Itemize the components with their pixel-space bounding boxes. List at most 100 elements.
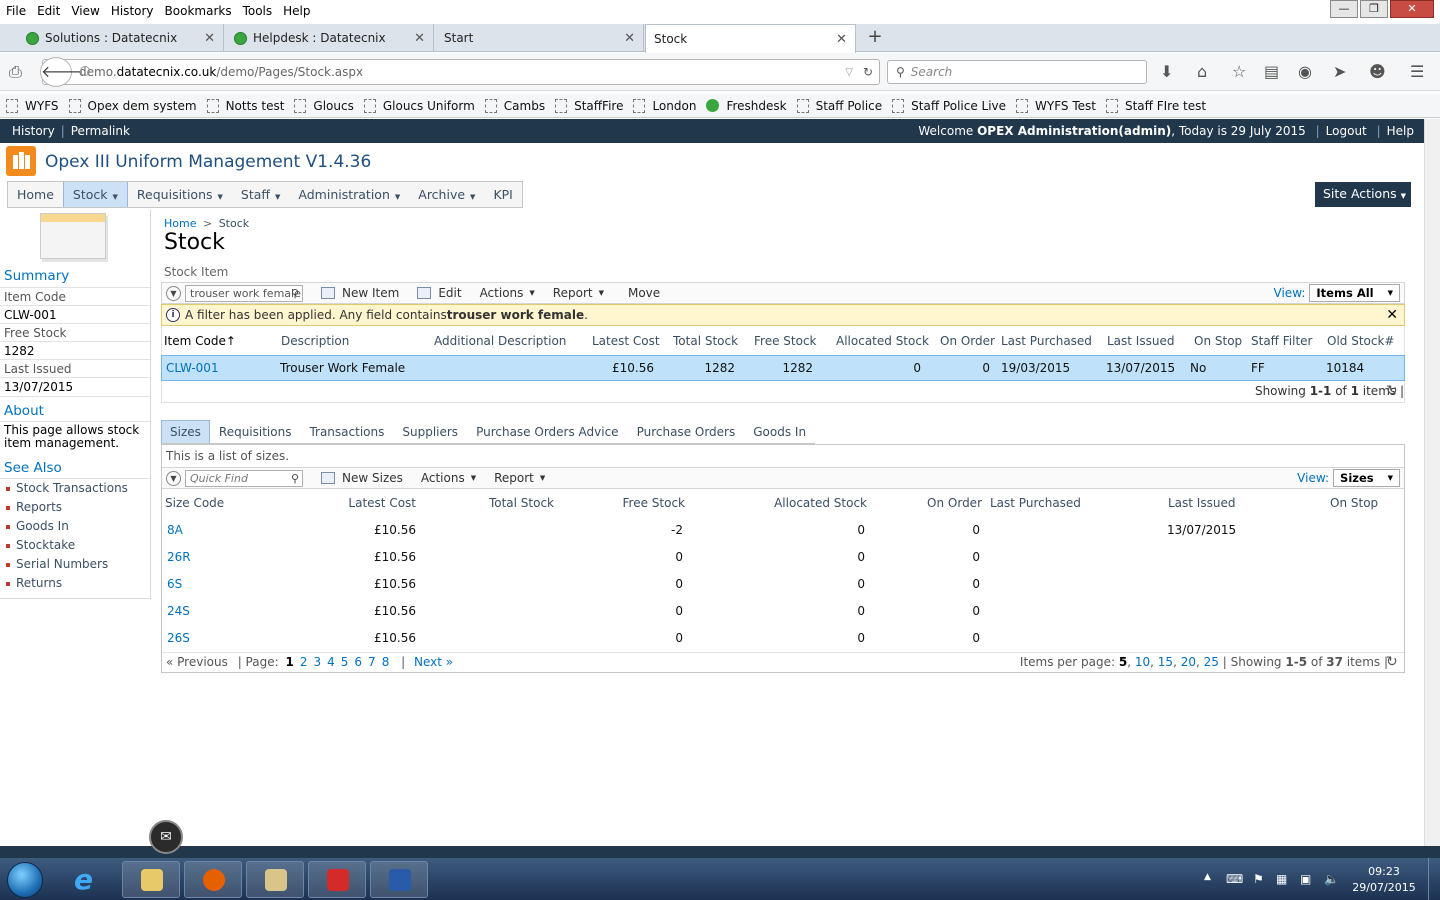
nav-archive[interactable]: Archive ▼ (409, 182, 484, 207)
view-dropdown[interactable]: Items All ▼ (1309, 284, 1400, 302)
send-icon[interactable]: ➤ (1333, 62, 1346, 81)
print-icon[interactable]: ⎙ (9, 62, 22, 82)
keyboard-icon[interactable]: ⌨ (1226, 872, 1243, 886)
nav-kpi[interactable]: KPI (484, 182, 521, 207)
network-icon[interactable]: ▣ (1300, 872, 1311, 886)
download-icon[interactable]: ⬇ (1160, 62, 1173, 81)
menu-file[interactable]: File (6, 4, 26, 18)
bookmark-item[interactable]: WYFS Test (1016, 98, 1096, 113)
taskbar-firefox[interactable] (184, 861, 242, 898)
nav-requisitions[interactable]: Requisitions ▼ (128, 182, 232, 207)
show-hidden-icons-icon[interactable]: ▲ (1204, 872, 1211, 882)
report-menu[interactable]: Report ▼ (553, 286, 604, 300)
column-header-latest-cost[interactable]: Latest Cost (348, 496, 416, 510)
column-header-on-order[interactable]: On Order (927, 496, 982, 510)
column-header-latest-cost[interactable]: Latest Cost (592, 334, 660, 348)
internet-explorer-icon[interactable]: e (74, 864, 106, 896)
site-identity-icon[interactable] (80, 66, 90, 76)
bookmark-item[interactable]: StaffFire (555, 98, 623, 113)
maximize-button[interactable]: ❐ (1360, 0, 1388, 18)
search-input[interactable]: trouser work female ⚲ (185, 284, 303, 302)
size-code-link[interactable]: 24S (167, 604, 190, 618)
close-window-button[interactable]: ✕ (1390, 0, 1434, 18)
view-dropdown[interactable]: Sizes ▼ (1333, 469, 1400, 487)
chevron-down-icon[interactable]: ▼ (166, 470, 181, 486)
logout-link[interactable]: Logout (1326, 124, 1367, 138)
column-header-size-code[interactable]: Size Code (165, 496, 224, 510)
size-code-link[interactable]: 8A (167, 523, 183, 537)
page-link-1[interactable]: 1 (285, 655, 293, 669)
page-link-4[interactable]: 4 (327, 655, 335, 669)
actions-menu[interactable]: Actions ▼ (480, 286, 535, 300)
page-link-7[interactable]: 7 (368, 655, 376, 669)
link-serial-numbers[interactable]: Serial Numbers (6, 557, 108, 571)
new-item-button[interactable]: New Item (321, 286, 399, 300)
link-returns[interactable]: Returns (6, 576, 62, 590)
column-header-free-stock[interactable]: Free Stock (623, 496, 686, 510)
pocket-icon[interactable]: ◉ (1298, 62, 1312, 81)
move-button[interactable]: Move (628, 286, 660, 300)
reading-list-icon[interactable]: ▤ (1264, 62, 1279, 81)
column-header-additional-description[interactable]: Additional Description (434, 334, 566, 348)
close-tab-icon[interactable]: ✕ (204, 31, 215, 46)
taskbar-window[interactable] (246, 861, 304, 898)
column-header-staff-filter[interactable]: Staff Filter (1251, 334, 1312, 348)
report-menu[interactable]: Report ▼ (494, 471, 545, 485)
permalink-link[interactable]: Permalink (71, 124, 130, 138)
column-header-last-purchased[interactable]: Last Purchased (990, 496, 1081, 510)
tab-purchase-orders-advice[interactable]: Purchase Orders Advice (467, 420, 628, 443)
bookmark-item[interactable]: Staff FIre test (1105, 98, 1206, 113)
refresh-icon[interactable]: ↻ (1386, 654, 1398, 670)
menu-view[interactable]: View (71, 4, 99, 18)
bookmark-item[interactable]: London (633, 98, 696, 113)
back-button[interactable]: 🡐 (40, 57, 84, 87)
action-center-flag-icon[interactable]: ⚑ (1253, 872, 1264, 886)
nav-home[interactable]: Home (8, 182, 63, 207)
bookmark-item[interactable]: Opex dem system (68, 98, 197, 113)
ipp-option-20[interactable]: 20 (1181, 655, 1196, 669)
column-header-allocated-stock[interactable]: Allocated Stock (836, 334, 929, 348)
size-code-link[interactable]: 26R (167, 550, 191, 564)
taskbar-word[interactable] (370, 861, 428, 898)
column-header-total-stock[interactable]: Total Stock (489, 496, 554, 510)
site-actions-button[interactable]: Site Actions ▼ (1315, 182, 1411, 207)
menu-history[interactable]: History (111, 4, 154, 18)
column-header-last-issued[interactable]: Last Issued (1107, 334, 1174, 348)
bookmark-item[interactable]: WYFS (6, 98, 59, 113)
volume-icon[interactable]: 🔈 (1324, 872, 1339, 886)
windows-start-button[interactable] (7, 862, 43, 898)
link-stocktake[interactable]: Stocktake (6, 538, 75, 552)
column-header-old-stock[interactable]: Old Stock# (1327, 334, 1394, 348)
column-header-on-order[interactable]: On Order (940, 334, 995, 348)
mail-icon[interactable]: ✉ (149, 820, 183, 854)
search-icon[interactable]: ⚲ (291, 286, 299, 301)
size-code-link[interactable]: 26S (167, 631, 190, 645)
previous-page-link[interactable]: « Previous (166, 655, 228, 669)
vertical-scrollbar[interactable] (1424, 119, 1440, 858)
chat-icon[interactable]: ☻ (1369, 62, 1386, 81)
ipp-option-15[interactable]: 15 (1158, 655, 1173, 669)
reload-icon[interactable]: ↻ (863, 65, 873, 79)
actions-menu[interactable]: Actions ▼ (421, 471, 476, 485)
bookmark-item[interactable]: Notts test (206, 98, 284, 113)
breadcrumb-current[interactable]: Stock (219, 217, 249, 230)
column-header-free-stock[interactable]: Free Stock (754, 334, 817, 348)
bookmark-item[interactable]: Gloucs (294, 98, 354, 113)
url-dropdown-icon[interactable]: ▽ (845, 67, 853, 78)
page-link-2[interactable]: 2 (300, 655, 308, 669)
url-bar[interactable]: demo. datatecnix.co.uk/demo/Pages/Stock.a… (42, 59, 880, 85)
column-header-on-stop[interactable]: On Stop (1194, 334, 1242, 348)
chevron-down-icon[interactable]: ▼ (166, 285, 181, 301)
windows-flag-icon[interactable]: ▦ (1276, 872, 1287, 886)
tab-requisitions[interactable]: Requisitions (210, 420, 301, 443)
link-stock-transactions[interactable]: Stock Transactions (6, 481, 128, 495)
search-icon[interactable]: ⚲ (291, 471, 299, 486)
bookmark-item[interactable]: Staff Police (796, 98, 882, 113)
new-tab-button[interactable]: + (864, 24, 886, 52)
menu-edit[interactable]: Edit (37, 4, 60, 18)
close-tab-icon[interactable]: ✕ (624, 31, 635, 46)
tab-solutions[interactable]: Solutions : Datatecnix ✕ (18, 24, 224, 52)
breadcrumb-home[interactable]: Home (164, 217, 196, 230)
taskbar-explorer[interactable] (122, 861, 180, 898)
size-code-link[interactable]: 6S (167, 577, 182, 591)
